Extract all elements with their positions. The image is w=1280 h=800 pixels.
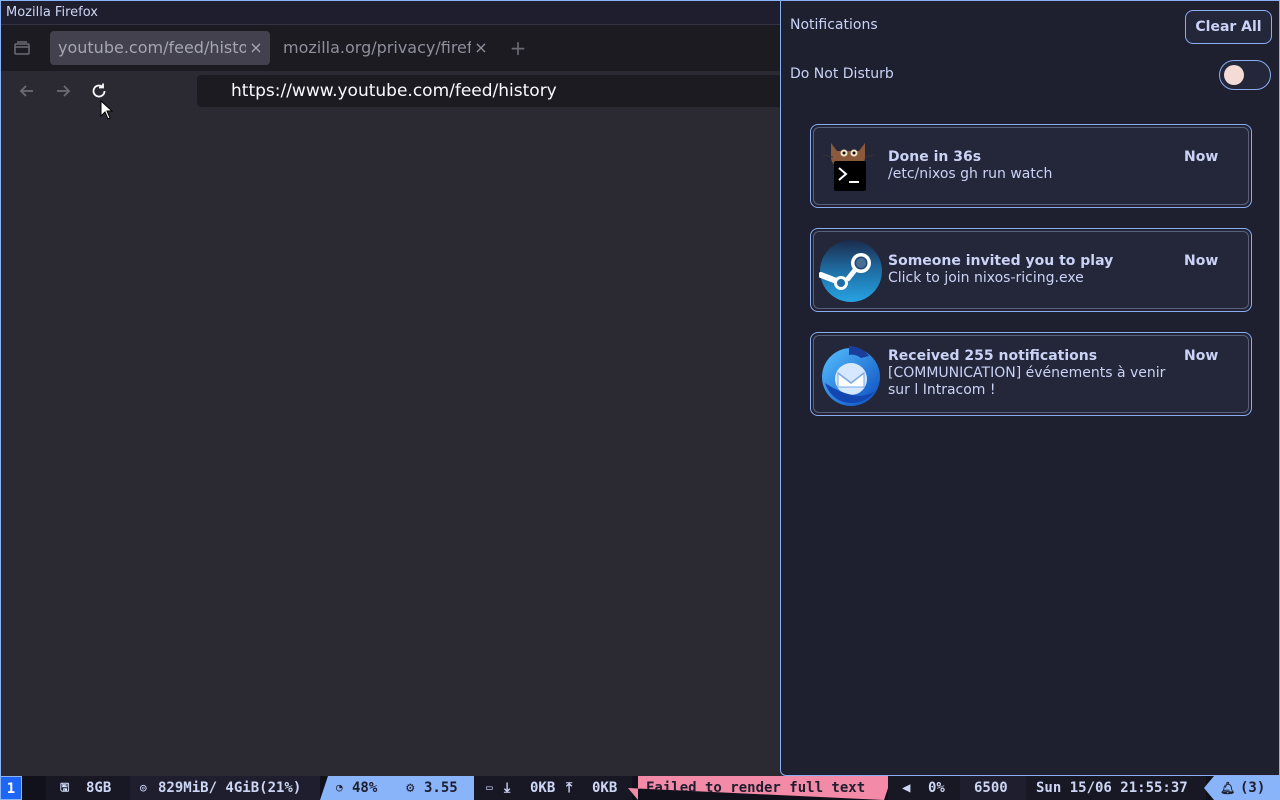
network-icon: ▭ bbox=[486, 781, 493, 794]
volume-widget[interactable]: ◀ 0% bbox=[888, 776, 960, 800]
color-temp-widget: 6500 bbox=[960, 776, 1026, 800]
back-icon[interactable] bbox=[15, 79, 39, 103]
cpu-value: 48% bbox=[352, 780, 378, 796]
mouse-cursor-icon bbox=[100, 99, 114, 120]
clock-widget: Sun 15/06 21:55:37 bbox=[1026, 776, 1206, 800]
upload-icon: ⤒ bbox=[566, 780, 573, 796]
download-value: 0KB bbox=[530, 780, 556, 796]
load-widget: ⚙ 3.55 bbox=[398, 776, 474, 800]
download-icon: ⤓ bbox=[504, 780, 511, 796]
new-tab-icon[interactable]: + bbox=[507, 37, 529, 59]
cpu-icon: ◔ bbox=[336, 781, 343, 794]
memory-widget: ◎ 829MiB/ 4GiB(21%) bbox=[130, 776, 320, 800]
thunderbird-icon bbox=[819, 343, 883, 407]
notification-summary: Done in 36s bbox=[888, 149, 982, 165]
steam-icon bbox=[818, 239, 883, 303]
disk-widget: 🖫 8GB bbox=[46, 776, 130, 800]
bell-icon: 🔔︎ bbox=[1220, 781, 1236, 795]
panel-title: Notifications bbox=[790, 17, 878, 33]
tab-list-icon[interactable] bbox=[11, 37, 33, 59]
notification-center: Notifications Clear All Do Not Disturb D… bbox=[780, 0, 1280, 776]
load-value: 3.55 bbox=[424, 780, 458, 796]
tab-mozilla-privacy[interactable]: mozilla.org/privacy/firefox × bbox=[275, 31, 495, 65]
error-text: Failed to render full text bbox=[646, 780, 866, 796]
notification-time: Now bbox=[1184, 253, 1219, 269]
error-widget: Failed to render full text bbox=[628, 776, 892, 800]
memory-icon: ◎ bbox=[140, 781, 147, 794]
disk-icon: 🖫 bbox=[60, 781, 70, 794]
tab-label: youtube.com/feed/history bbox=[58, 38, 246, 57]
color-temp-value: 6500 bbox=[974, 780, 1008, 796]
workspace-indicator[interactable]: 1 bbox=[0, 776, 22, 800]
notification-body: [COMMUNICATION] événements à venir sur l… bbox=[888, 365, 1166, 398]
do-not-disturb-toggle[interactable] bbox=[1219, 60, 1271, 90]
memory-value: 829MiB/ 4GiB(21%) bbox=[158, 780, 302, 796]
clear-all-button[interactable]: Clear All bbox=[1185, 10, 1272, 44]
forward-icon[interactable] bbox=[51, 79, 75, 103]
notification-summary: Received 255 notifications bbox=[888, 348, 1098, 364]
url-bar[interactable]: https://www.youtube.com/feed/history bbox=[197, 75, 797, 107]
cpu-widget: ◔ 48% bbox=[320, 776, 398, 800]
notification-time: Now bbox=[1184, 149, 1219, 165]
notification-time: Now bbox=[1184, 348, 1219, 364]
status-bar: 1 🖫 8GB ◎ 829MiB/ 4GiB(21%) ◔ 48% ⚙ 3.55… bbox=[0, 776, 1280, 800]
gear-icon: ⚙ bbox=[406, 780, 415, 796]
notification-card[interactable]: Done in 36s Now /etc/nixos gh run watch bbox=[810, 124, 1252, 208]
terminal-cat-icon bbox=[819, 135, 883, 199]
speaker-icon: ◀ bbox=[902, 780, 911, 796]
tab-label: mozilla.org/privacy/firefox bbox=[283, 38, 471, 57]
network-widget: ▭ ⤓ 0KB ⤒ 0KB bbox=[474, 776, 632, 800]
notification-card[interactable]: Received 255 notifications Now [COMMUNIC… bbox=[810, 332, 1252, 416]
notification-body: /etc/nixos gh run watch bbox=[888, 166, 1053, 182]
tab-youtube-history[interactable]: youtube.com/feed/history × bbox=[50, 31, 270, 65]
notification-body: Click to join nixos-ricing.exe bbox=[888, 270, 1084, 286]
volume-value: 0% bbox=[928, 780, 945, 796]
close-tab-icon[interactable]: × bbox=[473, 31, 489, 65]
disk-value: 8GB bbox=[86, 780, 112, 796]
clock-value: Sun 15/06 21:55:37 bbox=[1036, 780, 1188, 796]
upload-value: 0KB bbox=[592, 780, 618, 796]
desktop: Mozilla Firefox youtube.com/feed/history… bbox=[0, 0, 1280, 800]
notification-summary: Someone invited you to play bbox=[888, 253, 1114, 269]
notification-count: (3) bbox=[1240, 780, 1266, 796]
notification-card[interactable]: Someone invited you to play Now Click to… bbox=[810, 228, 1252, 312]
toggle-knob bbox=[1224, 65, 1244, 85]
do-not-disturb-label: Do Not Disturb bbox=[790, 66, 894, 82]
notification-count-widget[interactable]: 🔔︎ (3) bbox=[1204, 776, 1280, 800]
close-tab-icon[interactable]: × bbox=[248, 31, 264, 65]
